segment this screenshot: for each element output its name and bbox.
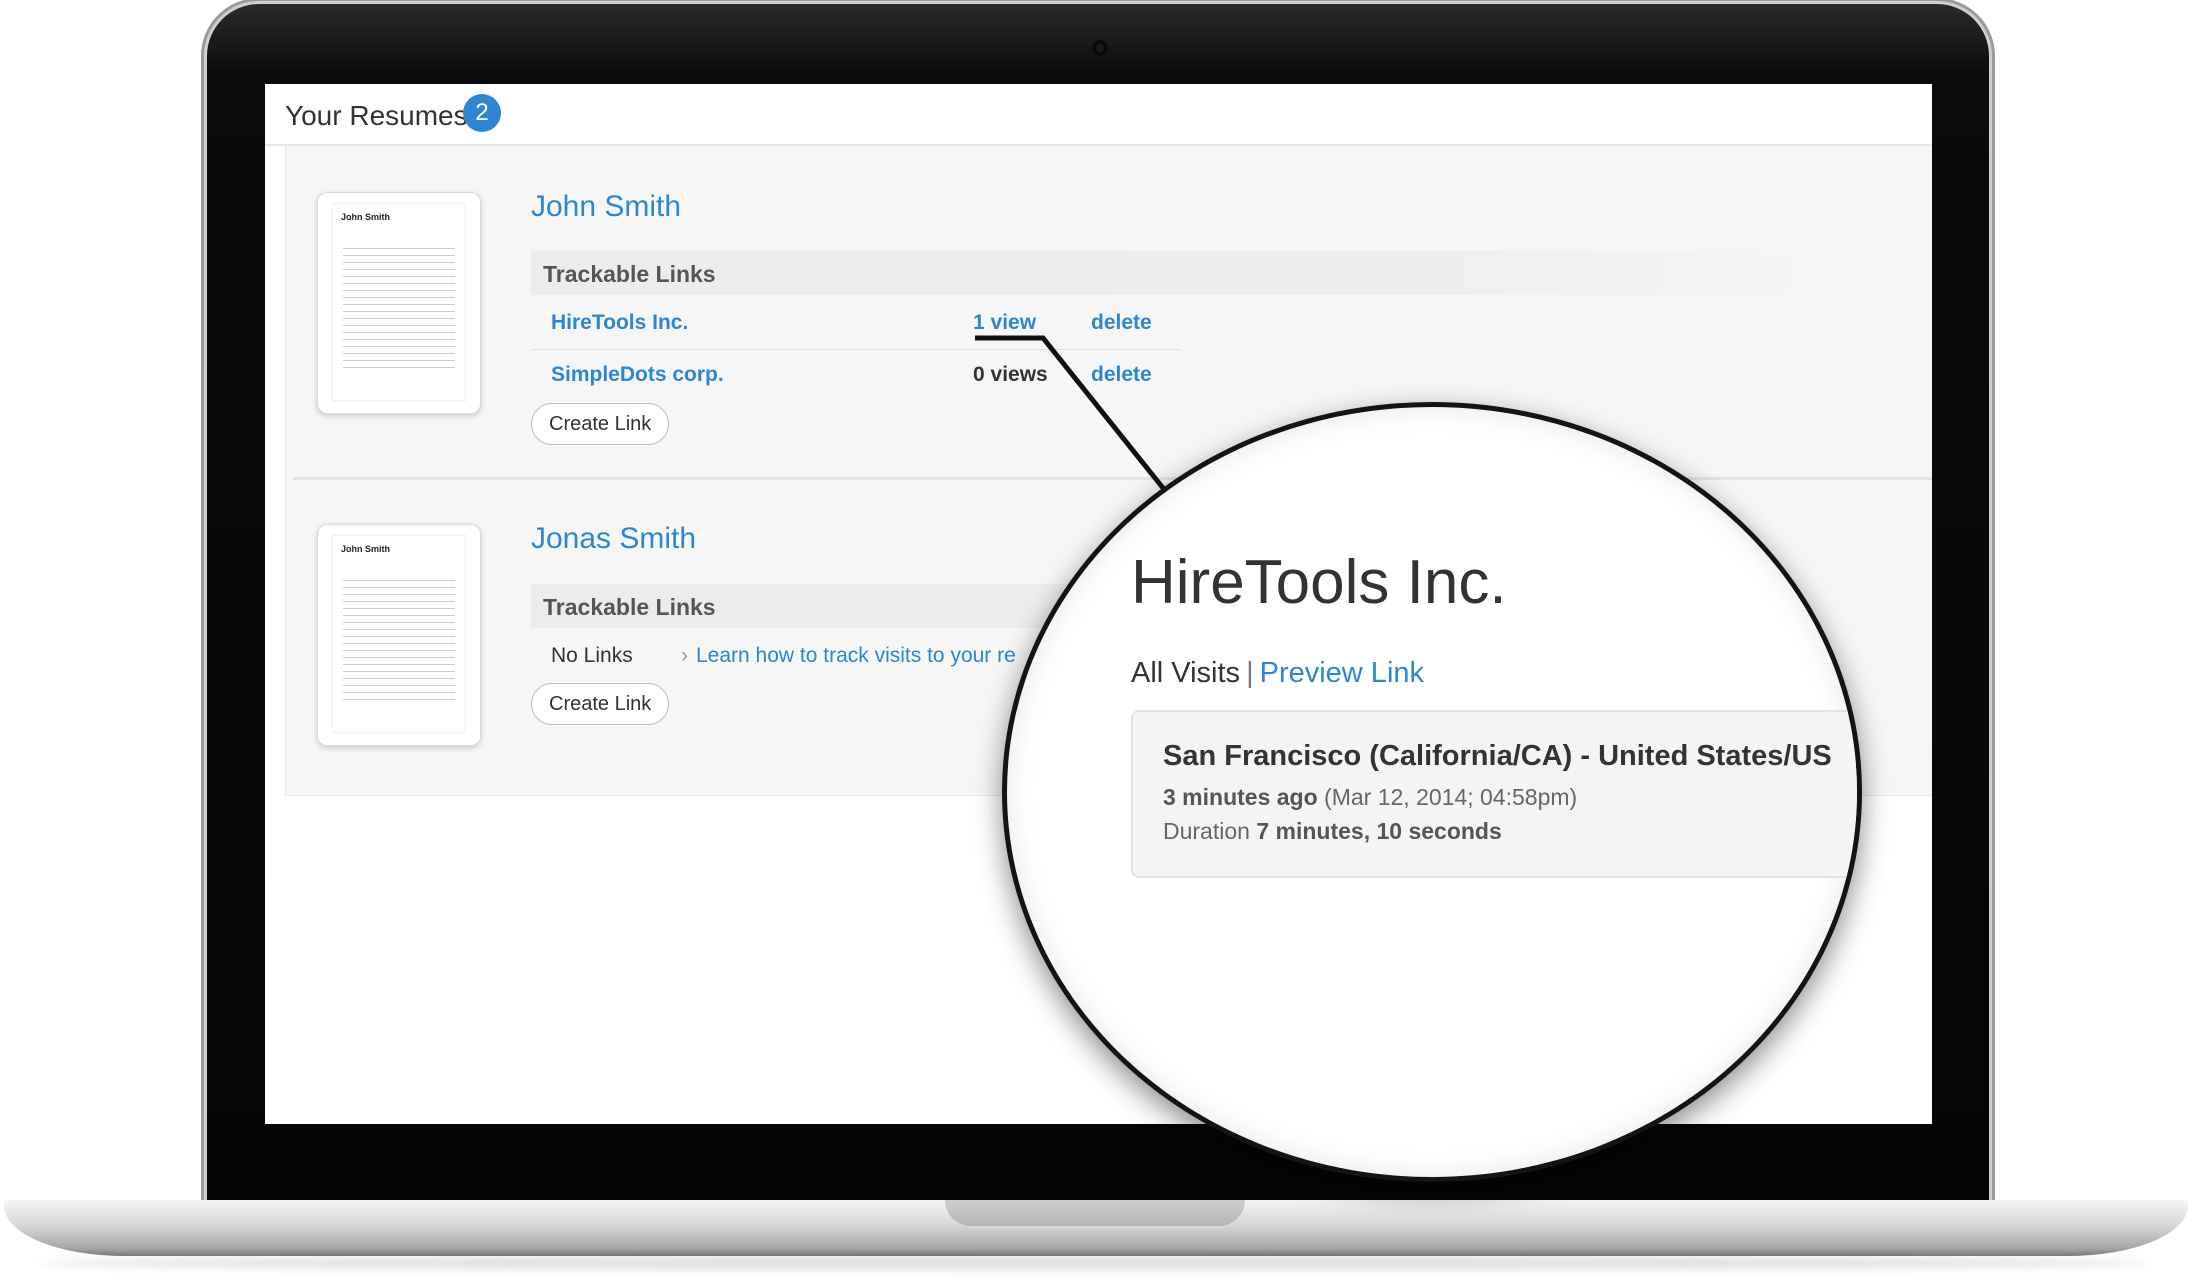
trackable-links-label: Trackable Links [543, 261, 716, 287]
visit-duration: Duration 7 minutes, 10 seconds [1163, 818, 1502, 845]
resume-count-badge: 2 [463, 94, 501, 132]
resume-text-lines [343, 244, 455, 370]
link-views[interactable]: 1 view [973, 311, 1036, 335]
duration-value: 7 minutes, 10 seconds [1256, 818, 1502, 844]
create-link-button[interactable]: Create Link [531, 403, 670, 445]
visit-card: San Francisco (California/CA) - United S… [1131, 710, 1857, 878]
duration-label: Duration [1163, 818, 1250, 844]
page-title: Your Resumes [285, 100, 468, 131]
visit-time: 3 minutes ago (Mar 12, 2014; 04:58pm) [1163, 784, 1577, 811]
resume-name[interactable]: John Smith [531, 190, 681, 224]
link-views: 0 views [973, 363, 1048, 386]
resume-thumbnail[interactable]: John Smith [317, 192, 481, 414]
no-links-text: No Links [551, 644, 633, 667]
link-name[interactable]: HireTools Inc. [551, 311, 688, 335]
zoom-magnifier: HireTools Inc. All Visits | Preview Link S… [1002, 402, 1862, 1182]
visit-timestamp: (Mar 12, 2014; 04:58pm) [1324, 784, 1578, 810]
link-row: HireTools Inc. 1 view delete [531, 299, 1181, 350]
learn-tracking-link[interactable]: › Learn how to track visits to your re [681, 644, 1016, 668]
preview-link[interactable]: Preview Link [1260, 657, 1424, 689]
create-link-button[interactable]: Create Link [531, 683, 670, 725]
thumbnail-name: John Smith [341, 544, 390, 554]
resume-thumbnail[interactable]: John Smith [317, 524, 481, 746]
laptop-notch [945, 1200, 1245, 1226]
thumbnail-name: John Smith [341, 212, 390, 222]
resume-text-lines [343, 576, 455, 702]
resume-name[interactable]: Jonas Smith [531, 522, 696, 556]
resume-preview-page: John Smith [332, 535, 466, 733]
laptop-shadow [40, 1256, 2150, 1270]
page-header: Your Resumes 2 [265, 84, 1932, 146]
trackable-links-label: Trackable Links [543, 594, 716, 620]
visit-location: San Francisco (California/CA) - United S… [1163, 740, 1832, 772]
trackable-links-header: Trackable Links [531, 251, 1821, 295]
visit-ago: 3 minutes ago [1163, 784, 1318, 810]
zoom-nav: All Visits | Preview Link [1131, 657, 1424, 690]
all-visits-tab[interactable]: All Visits [1131, 657, 1240, 689]
nav-separator: | [1246, 657, 1254, 689]
resume-preview-page: John Smith [332, 203, 466, 401]
link-name[interactable]: SimpleDots corp. [551, 363, 724, 387]
learn-tracking-label: Learn how to track visits to your re [696, 644, 1016, 667]
chevron-right-icon: › [681, 644, 688, 667]
zoom-link-title: HireTools Inc. [1131, 548, 1507, 617]
link-row: SimpleDots corp. 0 views delete [531, 351, 1181, 401]
camera-icon [1092, 40, 1108, 56]
delete-link[interactable]: delete [1091, 311, 1152, 335]
delete-link[interactable]: delete [1091, 363, 1152, 387]
